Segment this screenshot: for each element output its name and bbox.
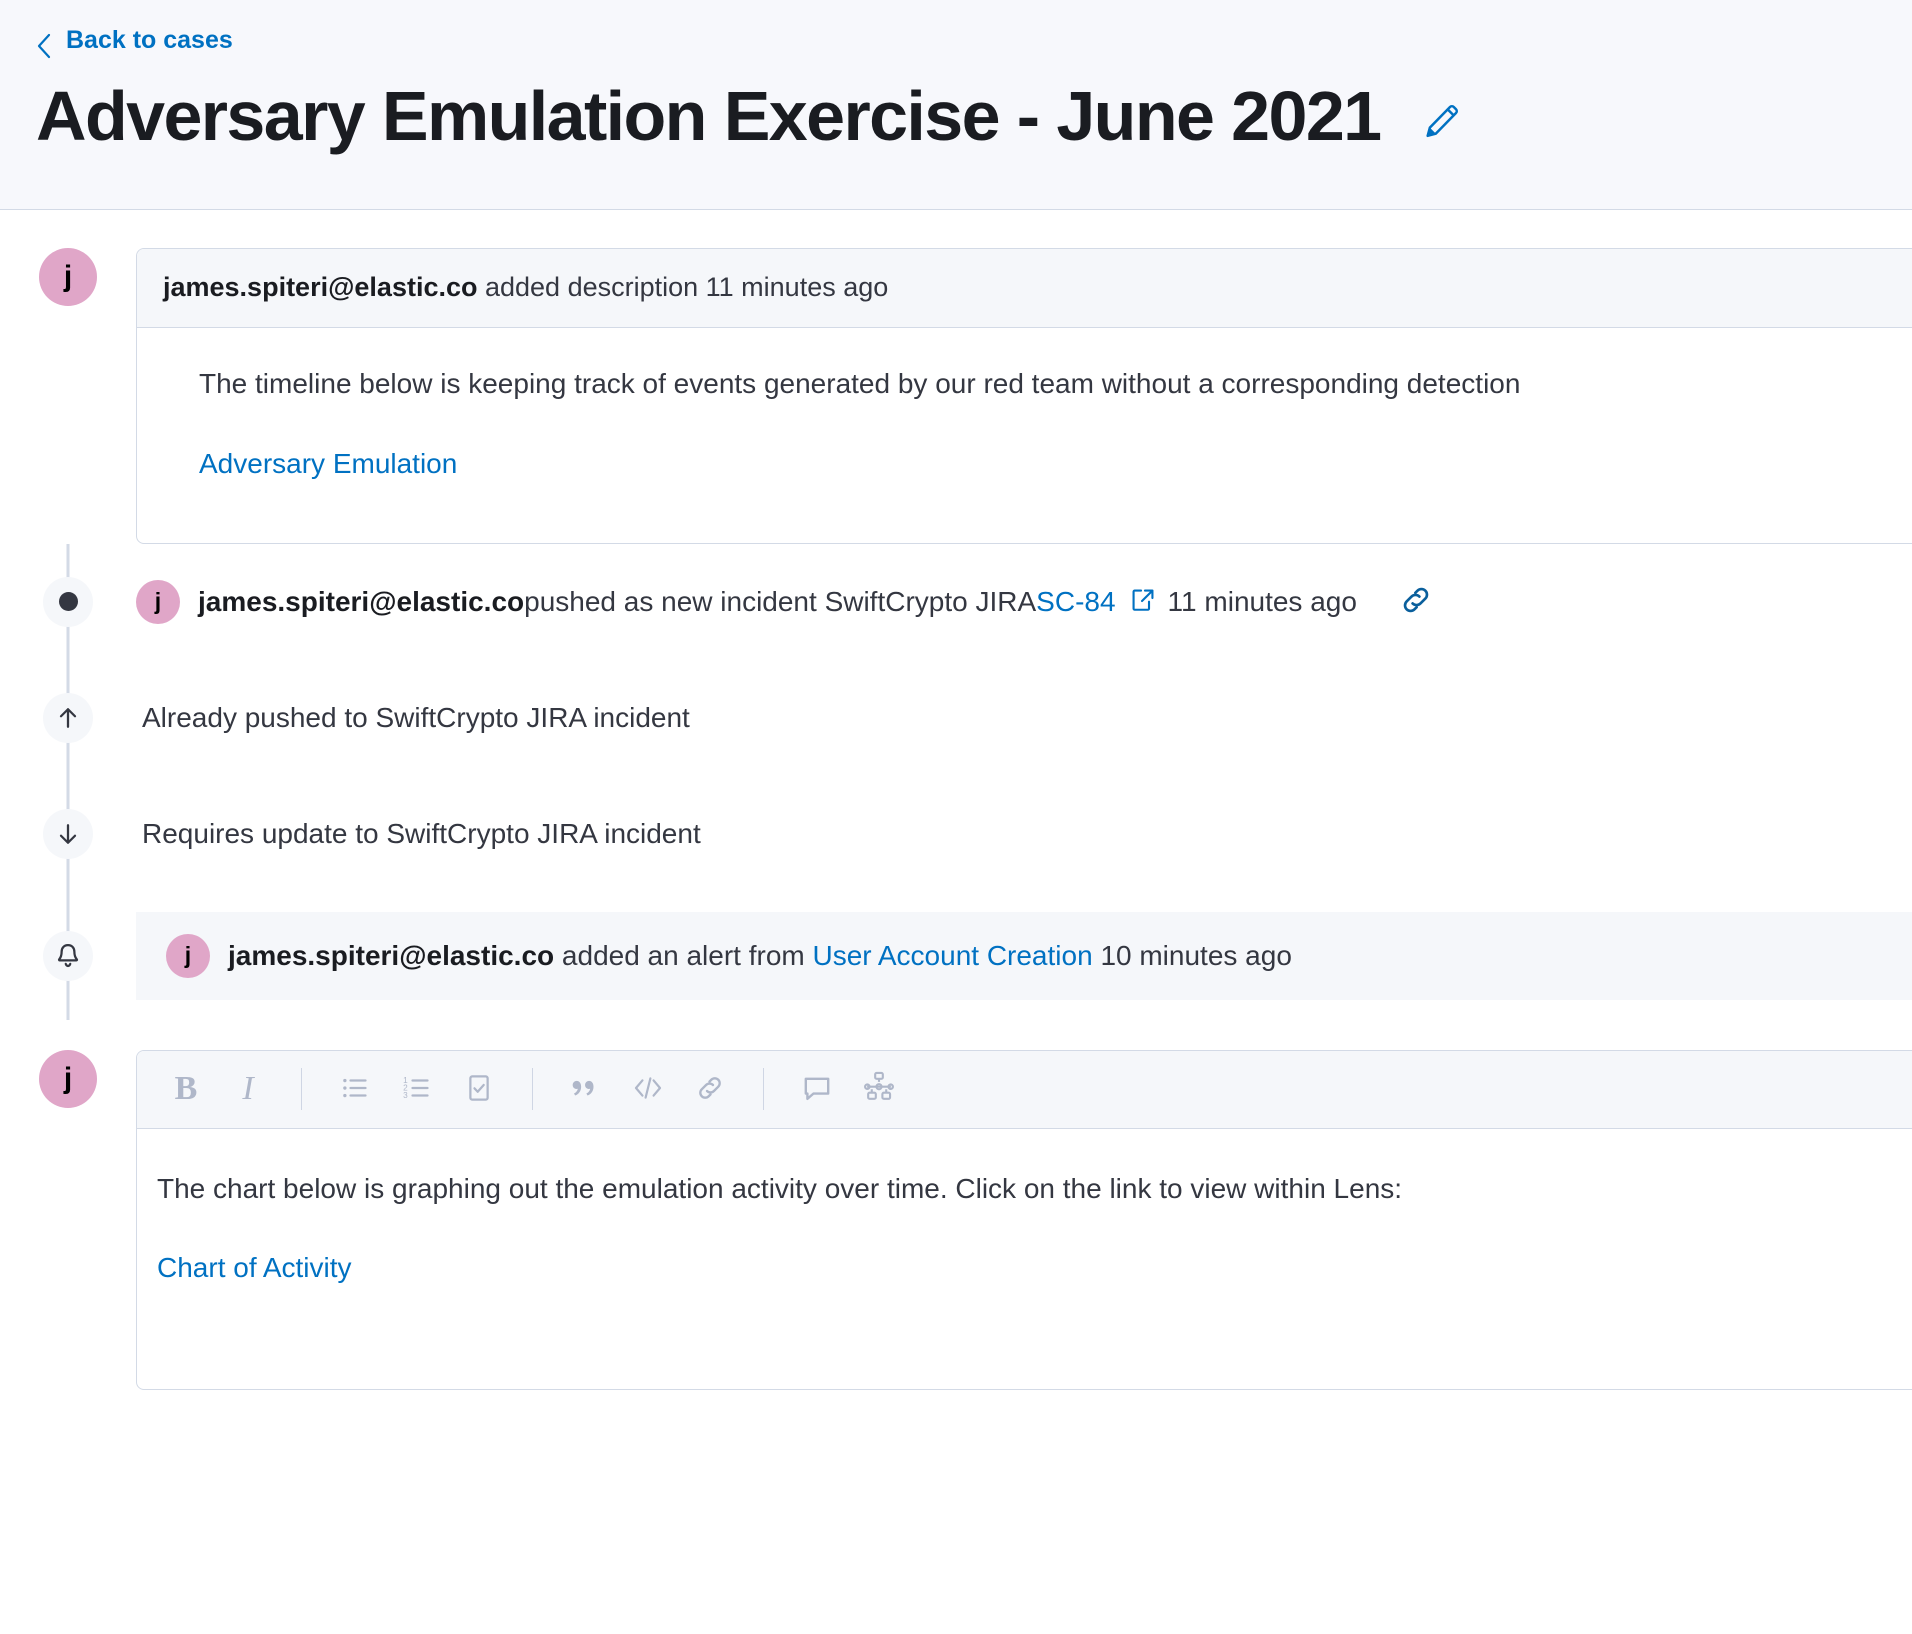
timeline-item-requires-update: Requires update to SwiftCrypto JIRA inci…	[0, 775, 1912, 892]
already-pushed-body: Already pushed to SwiftCrypto JIRA incid…	[136, 700, 1912, 736]
timeline-item-comment-editor: j B I 1 2 3 The chart below is graphing …	[0, 1020, 1912, 1390]
external-link-icon	[1130, 587, 1156, 616]
bold-button[interactable]: B	[155, 1061, 217, 1117]
description-event-user: james.spiteri@elastic.co	[163, 272, 478, 302]
code-button[interactable]	[617, 1061, 679, 1117]
add-comment-button[interactable]	[786, 1061, 848, 1117]
edit-title-button[interactable]	[1422, 101, 1462, 144]
case-activity-timeline: j james.spiteri@elastic.co added descrip…	[0, 210, 1912, 1390]
alert-rule-link[interactable]: User Account Creation	[813, 940, 1093, 971]
description-panel-header: james.spiteri@elastic.co added descripti…	[137, 249, 1912, 328]
link-button[interactable]	[679, 1061, 741, 1117]
back-to-cases-link[interactable]: Back to cases	[36, 26, 233, 58]
comment-bubble-icon	[801, 1072, 833, 1107]
jira-issue-link[interactable]: SC-84	[1036, 584, 1115, 620]
markdown-toolbar: B I 1 2 3	[137, 1050, 1912, 1129]
push-event-user: james.spiteri@elastic.co	[198, 585, 525, 617]
description-panel-wrapper: james.spiteri@elastic.co added descripti…	[136, 248, 1912, 544]
page-title: Adversary Emulation Exercise - June 2021	[36, 76, 1382, 155]
description-text: The timeline below is keeping track of e…	[199, 367, 1521, 399]
alert-event-timestamp: 10 minutes ago	[1100, 939, 1292, 971]
analyze-event-icon	[862, 1071, 896, 1108]
avatar-initial: j	[136, 579, 180, 624]
checklist-button[interactable]	[448, 1061, 510, 1117]
arrow-down-icon	[43, 808, 93, 859]
page-header: Back to cases Adversary Emulation Exerci…	[0, 0, 1912, 210]
timeline-gutter: j	[0, 1049, 136, 1108]
push-event-timestamp: 11 minutes ago	[1167, 585, 1357, 617]
timeline-gutter: j	[0, 248, 136, 306]
code-icon	[632, 1072, 664, 1107]
svg-text:3: 3	[403, 1091, 408, 1100]
chart-of-activity-link[interactable]: Chart of Activity	[157, 1248, 352, 1289]
timeline-item-push: j james.spiteri@elastic.co pushed as new…	[0, 543, 1912, 660]
bullet-list-icon	[340, 1073, 370, 1106]
avatar: j	[39, 248, 97, 306]
description-panel: james.spiteri@elastic.co added descripti…	[136, 248, 1912, 544]
push-event-row: j james.spiteri@elastic.co pushed as new…	[136, 579, 1912, 624]
description-panel-body: The timeline below is keeping track of e…	[137, 328, 1912, 543]
timeline-item-alert: j james.spiteri@elastic.co added an aler…	[0, 891, 1912, 1020]
link-chain-icon	[695, 1073, 725, 1106]
alert-event-user: james.spiteri@elastic.co	[228, 939, 555, 971]
push-event-action: pushed as new incident SwiftCrypto JIRA	[524, 585, 1037, 617]
markdown-textarea[interactable]: The chart below is graphing out the emul…	[137, 1129, 1912, 1389]
timeline-gutter	[0, 891, 136, 1020]
checkbox-list-icon	[464, 1073, 494, 1106]
toolbar-separator	[301, 1068, 302, 1111]
requires-update-body: Requires update to SwiftCrypto JIRA inci…	[136, 816, 1912, 852]
avatar: j	[39, 1049, 97, 1108]
quote-button[interactable]	[555, 1061, 617, 1117]
unordered-list-button[interactable]	[324, 1061, 386, 1117]
chevron-left-icon	[36, 33, 52, 58]
timeline-gutter	[0, 659, 136, 776]
italic-button[interactable]: I	[217, 1061, 279, 1117]
markdown-editor: B I 1 2 3 The chart below is graphing ou…	[136, 1049, 1912, 1390]
adversary-emulation-link[interactable]: Adversary Emulation	[199, 444, 457, 485]
push-event-text: james.spiteri@elastic.co pushed as new i…	[198, 583, 1433, 620]
push-event-body: j james.spiteri@elastic.co pushed as new…	[136, 579, 1912, 624]
alert-event-text: james.spiteri@elastic.co added an alert …	[228, 940, 1292, 972]
avatar-initial: j	[166, 933, 210, 978]
avatar-initial: j	[39, 248, 97, 306]
description-event-timestamp: 11 minutes ago	[705, 272, 889, 302]
timeline-gutter	[0, 775, 136, 892]
alert-event-action: added an alert from	[554, 939, 813, 971]
bell-icon	[43, 930, 93, 981]
description-event-action: added description	[477, 272, 706, 302]
alert-event-bar: j james.spiteri@elastic.co added an aler…	[136, 911, 1912, 1000]
dot-icon-shape	[58, 592, 78, 612]
alert-event-body: j james.spiteri@elastic.co added an aler…	[136, 911, 1912, 1000]
link-chain-icon	[1399, 583, 1433, 620]
comment-editor-wrapper: B I 1 2 3 The chart below is graphing ou…	[136, 1049, 1912, 1390]
timeline-item-description: j james.spiteri@elastic.co added descrip…	[0, 210, 1912, 544]
comment-text: The chart below is graphing out the emul…	[157, 1172, 1403, 1204]
dot-icon	[43, 576, 93, 627]
avatar-initial: j	[39, 1049, 97, 1108]
ordered-list-button[interactable]: 1 2 3	[386, 1061, 448, 1117]
arrow-up-icon	[43, 692, 93, 743]
pencil-edit-icon	[1422, 101, 1462, 144]
timeline-item-already-pushed: Already pushed to SwiftCrypto JIRA incid…	[0, 659, 1912, 776]
title-row: Adversary Emulation Exercise - June 2021	[36, 76, 1876, 155]
requires-update-text: Requires update to SwiftCrypto JIRA inci…	[142, 817, 701, 849]
insert-timeline-button[interactable]	[848, 1061, 910, 1117]
numbered-list-icon: 1 2 3	[402, 1073, 432, 1106]
toolbar-separator	[763, 1068, 764, 1111]
already-pushed-text: Already pushed to SwiftCrypto JIRA incid…	[142, 701, 690, 733]
copy-link-button[interactable]	[1399, 583, 1433, 620]
external-link-button[interactable]	[1130, 587, 1156, 616]
toolbar-separator	[532, 1068, 533, 1111]
back-to-cases-label: Back to cases	[66, 26, 233, 54]
timeline-gutter	[0, 543, 136, 660]
quote-icon	[571, 1073, 601, 1106]
